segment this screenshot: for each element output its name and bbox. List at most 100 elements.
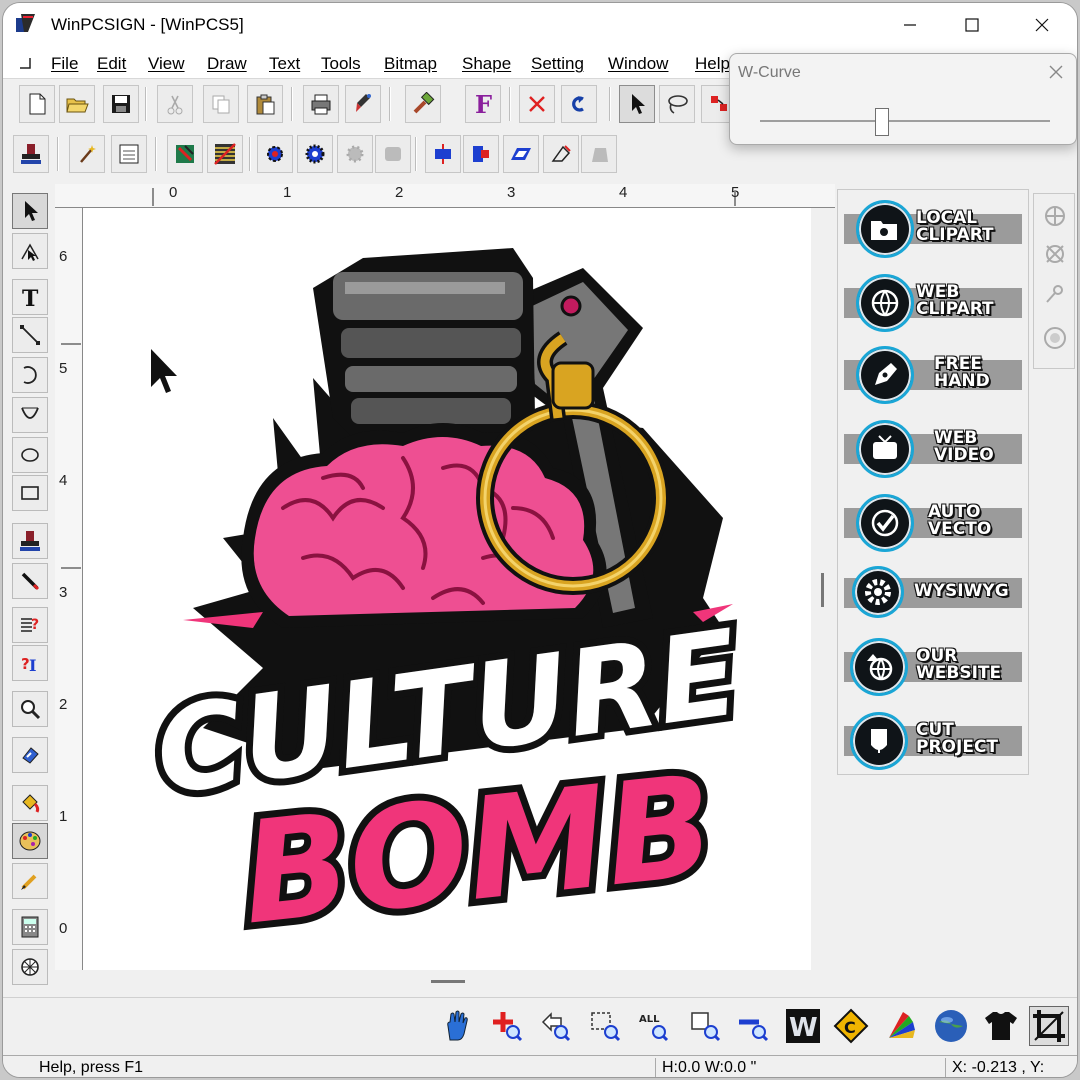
bezier-tool[interactable] (12, 397, 48, 433)
shadow-button[interactable] (581, 135, 617, 173)
blob-shape-button[interactable] (375, 135, 411, 173)
font-button[interactable]: F (465, 85, 501, 123)
our-website-button[interactable]: OUR WEBSITE (844, 634, 1024, 700)
menu-view[interactable]: View (148, 54, 185, 74)
stamp-tool-button[interactable] (13, 135, 49, 173)
w-curve-slider-track[interactable] (760, 120, 1050, 122)
node-tool[interactable] (12, 233, 48, 269)
calculator-tool[interactable] (12, 909, 48, 945)
crop-button[interactable] (1029, 1006, 1069, 1046)
new-file-button[interactable] (19, 85, 55, 123)
eraser-tool[interactable] (12, 737, 48, 773)
contour-button[interactable] (543, 135, 579, 173)
text-tool[interactable]: T (12, 279, 48, 315)
maximize-button[interactable] (949, 9, 995, 41)
arc-tool[interactable] (12, 357, 48, 393)
color-palette-tool[interactable] (12, 823, 48, 859)
color-swatch-button[interactable] (881, 1006, 921, 1046)
free-hand-button[interactable]: FREE HAND (844, 342, 1024, 408)
zoom-selection-button[interactable] (585, 1006, 625, 1046)
w-curve-slider-thumb[interactable] (874, 108, 889, 136)
menu-draw[interactable]: Draw (207, 54, 247, 74)
cut-plotter-button[interactable] (345, 85, 381, 123)
fill-tool[interactable] (12, 785, 48, 821)
web-video-button[interactable]: WEB VIDEO (844, 416, 1024, 482)
menu-setting[interactable]: Setting (531, 54, 584, 74)
copy-button[interactable] (203, 85, 239, 123)
ellipse-tool[interactable] (12, 437, 48, 473)
auto-vecto-button[interactable]: AUTO VECTO (844, 490, 1024, 556)
menu-shape[interactable]: Shape (462, 54, 511, 74)
pan-button[interactable] (437, 1006, 477, 1046)
paste-button[interactable] (247, 85, 283, 123)
color-wheel-tool[interactable] (12, 949, 48, 985)
text-edit-tool[interactable]: ? (12, 607, 48, 643)
globe-button[interactable] (931, 1006, 971, 1046)
pin-icon (1046, 285, 1063, 303)
menu-window[interactable]: Window (608, 54, 668, 74)
image-adjust-button[interactable] (111, 135, 147, 173)
bitmap-effect-button[interactable] (207, 135, 243, 173)
vertical-scroll-grip[interactable] (821, 573, 824, 607)
pencil-tool[interactable] (12, 863, 48, 899)
culture-bomb-artwork[interactable]: CULTURE BOMB (83, 208, 811, 970)
gear-shape-button[interactable] (257, 135, 293, 173)
splat-shape-button[interactable] (337, 135, 373, 173)
zoom-page-button[interactable] (685, 1006, 725, 1046)
drawing-canvas[interactable]: CULTURE BOMB (83, 208, 811, 970)
corel-button[interactable]: C (831, 1006, 871, 1046)
magic-wand-button[interactable] (69, 135, 105, 173)
print-button[interactable] (303, 85, 339, 123)
wysiwyg-button[interactable]: WYSIWYG (844, 560, 1024, 626)
menu-edit[interactable]: Edit (97, 54, 126, 74)
bitmap-trace-button[interactable] (167, 135, 203, 173)
menu-text[interactable]: Text (269, 54, 300, 74)
align-button[interactable] (425, 135, 461, 173)
menu-bitmap[interactable]: Bitmap (384, 54, 437, 74)
tshirt-button[interactable] (981, 1006, 1021, 1046)
zoom-in-button[interactable] (487, 1006, 527, 1046)
title-bar[interactable]: WinPCSIGN - [WinPCS5] (3, 3, 1077, 47)
line-tool[interactable] (12, 317, 48, 353)
splat-gray-icon (346, 145, 364, 163)
ruler-h-label: 5 (731, 184, 740, 201)
stamp-tool[interactable] (12, 523, 48, 559)
open-file-button[interactable] (59, 85, 95, 123)
select-tool-button[interactable] (619, 85, 655, 123)
mini-tool-4[interactable] (1038, 320, 1072, 356)
menu-tools[interactable]: Tools (321, 54, 361, 74)
cut-project-button[interactable]: CUT PROJECT (844, 708, 1024, 774)
menu-help[interactable]: Help (695, 54, 730, 74)
delete-button[interactable] (519, 85, 555, 123)
horizontal-ruler[interactable]: 0 1 2 3 4 5 (55, 184, 835, 208)
cut-button[interactable] (157, 85, 193, 123)
child-window-menu-icon[interactable] (17, 55, 33, 71)
skew-button[interactable] (503, 135, 539, 173)
undo-button[interactable] (561, 85, 597, 123)
mini-tool-2[interactable] (1038, 236, 1072, 272)
mini-tool-1[interactable] (1038, 198, 1072, 234)
lasso-button[interactable] (659, 85, 695, 123)
knife-tool[interactable] (12, 563, 48, 599)
web-clipart-button[interactable]: WEB CLIPART (844, 270, 1024, 336)
zoom-all-button[interactable]: ALL (633, 1006, 673, 1046)
zoom-out-button[interactable] (733, 1006, 773, 1046)
local-clipart-button[interactable]: LOCAL CLIPART (844, 196, 1024, 262)
save-button[interactable] (103, 85, 139, 123)
pick-tool[interactable] (12, 193, 48, 229)
rectangle-tool[interactable] (12, 475, 48, 511)
mini-tool-3[interactable] (1038, 276, 1072, 312)
vertical-text-tool[interactable]: ? I (12, 645, 48, 681)
minimize-button[interactable] (887, 9, 933, 41)
group-button[interactable] (463, 135, 499, 173)
horizontal-scroll-grip[interactable] (431, 980, 465, 983)
w-logo-button[interactable]: W (783, 1006, 823, 1046)
zoom-tool[interactable] (12, 691, 48, 727)
close-button[interactable] (1019, 9, 1065, 41)
w-curve-close-button[interactable] (1048, 60, 1064, 86)
weed-button[interactable] (405, 85, 441, 123)
menu-file[interactable]: File (51, 54, 78, 74)
star-shape-button[interactable] (297, 135, 333, 173)
vertical-ruler[interactable]: 6 5 4 3 2 1 0 (55, 208, 83, 970)
zoom-previous-button[interactable] (535, 1006, 575, 1046)
